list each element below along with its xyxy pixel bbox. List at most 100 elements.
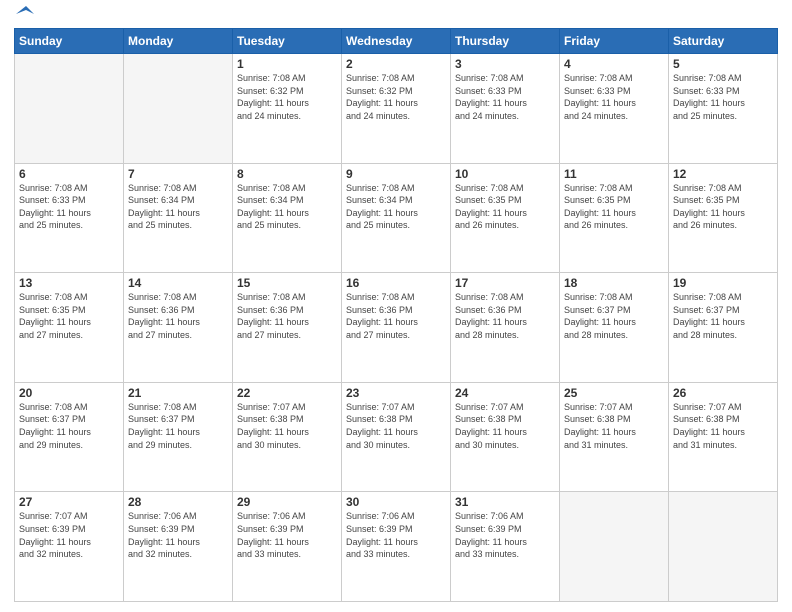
day-info: Sunrise: 7:08 AM Sunset: 6:33 PM Dayligh…	[455, 72, 555, 122]
calendar-day-cell	[15, 54, 124, 164]
calendar-day-cell: 21Sunrise: 7:08 AM Sunset: 6:37 PM Dayli…	[124, 382, 233, 492]
day-number: 15	[237, 276, 337, 290]
calendar-day-cell: 20Sunrise: 7:08 AM Sunset: 6:37 PM Dayli…	[15, 382, 124, 492]
day-info: Sunrise: 7:06 AM Sunset: 6:39 PM Dayligh…	[128, 510, 228, 560]
calendar-day-cell: 31Sunrise: 7:06 AM Sunset: 6:39 PM Dayli…	[451, 492, 560, 602]
day-number: 1	[237, 57, 337, 71]
calendar-day-cell: 30Sunrise: 7:06 AM Sunset: 6:39 PM Dayli…	[342, 492, 451, 602]
day-number: 26	[673, 386, 773, 400]
calendar-day-cell: 7Sunrise: 7:08 AM Sunset: 6:34 PM Daylig…	[124, 163, 233, 273]
calendar-day-cell: 23Sunrise: 7:07 AM Sunset: 6:38 PM Dayli…	[342, 382, 451, 492]
day-number: 4	[564, 57, 664, 71]
calendar-day-cell: 13Sunrise: 7:08 AM Sunset: 6:35 PM Dayli…	[15, 273, 124, 383]
day-number: 10	[455, 167, 555, 181]
day-number: 13	[19, 276, 119, 290]
calendar-header-friday: Friday	[560, 29, 669, 54]
calendar-week-row: 1Sunrise: 7:08 AM Sunset: 6:32 PM Daylig…	[15, 54, 778, 164]
calendar-header-saturday: Saturday	[669, 29, 778, 54]
day-info: Sunrise: 7:07 AM Sunset: 6:38 PM Dayligh…	[237, 401, 337, 451]
day-info: Sunrise: 7:07 AM Sunset: 6:38 PM Dayligh…	[346, 401, 446, 451]
calendar-day-cell	[669, 492, 778, 602]
day-info: Sunrise: 7:08 AM Sunset: 6:36 PM Dayligh…	[237, 291, 337, 341]
calendar-day-cell: 22Sunrise: 7:07 AM Sunset: 6:38 PM Dayli…	[233, 382, 342, 492]
calendar-day-cell: 18Sunrise: 7:08 AM Sunset: 6:37 PM Dayli…	[560, 273, 669, 383]
day-info: Sunrise: 7:08 AM Sunset: 6:35 PM Dayligh…	[673, 182, 773, 232]
day-number: 12	[673, 167, 773, 181]
calendar-week-row: 27Sunrise: 7:07 AM Sunset: 6:39 PM Dayli…	[15, 492, 778, 602]
day-number: 20	[19, 386, 119, 400]
day-number: 7	[128, 167, 228, 181]
calendar-day-cell	[560, 492, 669, 602]
calendar-header-thursday: Thursday	[451, 29, 560, 54]
calendar-week-row: 6Sunrise: 7:08 AM Sunset: 6:33 PM Daylig…	[15, 163, 778, 273]
calendar-day-cell: 2Sunrise: 7:08 AM Sunset: 6:32 PM Daylig…	[342, 54, 451, 164]
day-info: Sunrise: 7:07 AM Sunset: 6:38 PM Dayligh…	[564, 401, 664, 451]
calendar-day-cell: 12Sunrise: 7:08 AM Sunset: 6:35 PM Dayli…	[669, 163, 778, 273]
calendar-day-cell: 16Sunrise: 7:08 AM Sunset: 6:36 PM Dayli…	[342, 273, 451, 383]
day-info: Sunrise: 7:08 AM Sunset: 6:36 PM Dayligh…	[455, 291, 555, 341]
day-info: Sunrise: 7:08 AM Sunset: 6:33 PM Dayligh…	[564, 72, 664, 122]
header	[14, 10, 778, 22]
logo-bird-icon	[16, 6, 34, 22]
calendar-day-cell: 10Sunrise: 7:08 AM Sunset: 6:35 PM Dayli…	[451, 163, 560, 273]
day-info: Sunrise: 7:07 AM Sunset: 6:38 PM Dayligh…	[455, 401, 555, 451]
day-number: 24	[455, 386, 555, 400]
calendar-day-cell: 29Sunrise: 7:06 AM Sunset: 6:39 PM Dayli…	[233, 492, 342, 602]
day-number: 27	[19, 495, 119, 509]
day-number: 16	[346, 276, 446, 290]
day-info: Sunrise: 7:08 AM Sunset: 6:37 PM Dayligh…	[19, 401, 119, 451]
day-number: 21	[128, 386, 228, 400]
calendar-day-cell: 28Sunrise: 7:06 AM Sunset: 6:39 PM Dayli…	[124, 492, 233, 602]
day-info: Sunrise: 7:08 AM Sunset: 6:36 PM Dayligh…	[128, 291, 228, 341]
calendar-day-cell: 3Sunrise: 7:08 AM Sunset: 6:33 PM Daylig…	[451, 54, 560, 164]
day-info: Sunrise: 7:08 AM Sunset: 6:32 PM Dayligh…	[346, 72, 446, 122]
calendar-header-sunday: Sunday	[15, 29, 124, 54]
calendar-day-cell: 15Sunrise: 7:08 AM Sunset: 6:36 PM Dayli…	[233, 273, 342, 383]
day-number: 6	[19, 167, 119, 181]
calendar-day-cell: 6Sunrise: 7:08 AM Sunset: 6:33 PM Daylig…	[15, 163, 124, 273]
day-number: 17	[455, 276, 555, 290]
calendar-week-row: 13Sunrise: 7:08 AM Sunset: 6:35 PM Dayli…	[15, 273, 778, 383]
day-number: 3	[455, 57, 555, 71]
day-number: 2	[346, 57, 446, 71]
calendar-day-cell: 24Sunrise: 7:07 AM Sunset: 6:38 PM Dayli…	[451, 382, 560, 492]
calendar-day-cell	[124, 54, 233, 164]
day-number: 22	[237, 386, 337, 400]
day-info: Sunrise: 7:08 AM Sunset: 6:33 PM Dayligh…	[673, 72, 773, 122]
day-number: 31	[455, 495, 555, 509]
calendar-day-cell: 8Sunrise: 7:08 AM Sunset: 6:34 PM Daylig…	[233, 163, 342, 273]
day-number: 5	[673, 57, 773, 71]
calendar-header-monday: Monday	[124, 29, 233, 54]
day-number: 8	[237, 167, 337, 181]
logo	[14, 10, 34, 22]
day-info: Sunrise: 7:07 AM Sunset: 6:39 PM Dayligh…	[19, 510, 119, 560]
calendar-day-cell: 26Sunrise: 7:07 AM Sunset: 6:38 PM Dayli…	[669, 382, 778, 492]
calendar-day-cell: 11Sunrise: 7:08 AM Sunset: 6:35 PM Dayli…	[560, 163, 669, 273]
calendar-day-cell: 9Sunrise: 7:08 AM Sunset: 6:34 PM Daylig…	[342, 163, 451, 273]
calendar-day-cell: 17Sunrise: 7:08 AM Sunset: 6:36 PM Dayli…	[451, 273, 560, 383]
day-info: Sunrise: 7:06 AM Sunset: 6:39 PM Dayligh…	[346, 510, 446, 560]
day-info: Sunrise: 7:08 AM Sunset: 6:33 PM Dayligh…	[19, 182, 119, 232]
day-number: 9	[346, 167, 446, 181]
calendar-header-wednesday: Wednesday	[342, 29, 451, 54]
page: SundayMondayTuesdayWednesdayThursdayFrid…	[0, 0, 792, 612]
calendar-day-cell: 5Sunrise: 7:08 AM Sunset: 6:33 PM Daylig…	[669, 54, 778, 164]
day-number: 23	[346, 386, 446, 400]
calendar-week-row: 20Sunrise: 7:08 AM Sunset: 6:37 PM Dayli…	[15, 382, 778, 492]
day-number: 30	[346, 495, 446, 509]
calendar-day-cell: 1Sunrise: 7:08 AM Sunset: 6:32 PM Daylig…	[233, 54, 342, 164]
day-info: Sunrise: 7:08 AM Sunset: 6:37 PM Dayligh…	[128, 401, 228, 451]
calendar-header-tuesday: Tuesday	[233, 29, 342, 54]
day-info: Sunrise: 7:06 AM Sunset: 6:39 PM Dayligh…	[237, 510, 337, 560]
calendar-day-cell: 25Sunrise: 7:07 AM Sunset: 6:38 PM Dayli…	[560, 382, 669, 492]
day-info: Sunrise: 7:08 AM Sunset: 6:37 PM Dayligh…	[673, 291, 773, 341]
day-info: Sunrise: 7:06 AM Sunset: 6:39 PM Dayligh…	[455, 510, 555, 560]
day-info: Sunrise: 7:08 AM Sunset: 6:34 PM Dayligh…	[237, 182, 337, 232]
day-info: Sunrise: 7:08 AM Sunset: 6:34 PM Dayligh…	[346, 182, 446, 232]
day-info: Sunrise: 7:08 AM Sunset: 6:32 PM Dayligh…	[237, 72, 337, 122]
day-info: Sunrise: 7:08 AM Sunset: 6:37 PM Dayligh…	[564, 291, 664, 341]
day-number: 19	[673, 276, 773, 290]
day-info: Sunrise: 7:08 AM Sunset: 6:35 PM Dayligh…	[455, 182, 555, 232]
calendar-table: SundayMondayTuesdayWednesdayThursdayFrid…	[14, 28, 778, 602]
day-number: 11	[564, 167, 664, 181]
